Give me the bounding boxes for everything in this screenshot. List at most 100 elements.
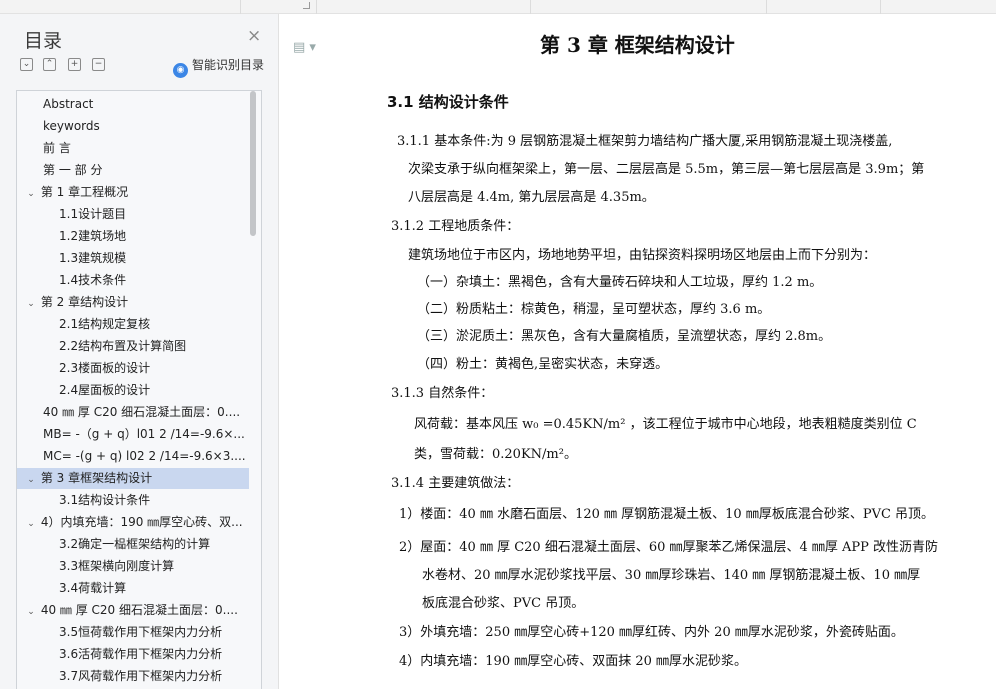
toc-item[interactable]: 3.1结构设计条件 (17, 490, 249, 511)
chevron-down-icon[interactable]: ⌄ (25, 294, 37, 313)
toc-list: Abstract keywords 前 言第 一 部 分 ⌄ 第 1 章工程概况 1.1… (16, 90, 262, 689)
close-icon[interactable]: × (247, 28, 261, 45)
toc-item[interactable]: 1.1设计题目 (17, 204, 249, 225)
top-toolbar-strip (0, 0, 996, 14)
toc-item-label: 第 2 章结构设计 (40, 295, 129, 309)
document-line: 1）楼面：40 ㎜ 水磨石面层、120 ㎜ 厚钢筋混凝土板、10 ㎜厚板底混合砂… (399, 507, 935, 522)
chevron-down-icon[interactable]: ⌄ (25, 470, 37, 489)
toc-item-label: 3.7风荷载作用下框架内力分析 (59, 669, 223, 683)
toc-item[interactable]: 3.6活荷载作用下框架内力分析 (17, 644, 249, 665)
toolbar-divider (880, 0, 881, 14)
document-line: 风荷载：基本风压 w₀ =0.45KN/m² ，该工程位于城市中心地段，地表粗糙… (414, 417, 917, 432)
toc-item[interactable]: ⌄ 40 ㎜ 厚 C20 细石混凝土面层：0.... (17, 600, 249, 621)
toc-item[interactable]: 3.3框架横向刚度计算 (17, 556, 249, 577)
toc-item-label: 3.1结构设计条件 (59, 493, 151, 507)
toc-item[interactable]: 2.4屋面板的设计 (17, 380, 249, 401)
page-options-icon[interactable]: ▤ ▾ (293, 40, 316, 55)
toc-item[interactable]: MC= -(g + q) l02 2 /14=-9.6×3.... (17, 446, 249, 467)
toc-sidebar: 目录 × ⌄ ⌃ + − ◉ 智能识别目录 Abstract keywords 前 言… (0, 14, 279, 689)
toc-item[interactable]: Abstract (17, 94, 249, 115)
document-line: 3.1.2 工程地质条件： (391, 219, 520, 234)
toc-item[interactable]: 40 ㎜ 厚 C20 细石混凝土面层：0.... (17, 402, 249, 423)
toolbar-divider (766, 0, 767, 14)
toc-item-label: keywords (43, 119, 100, 133)
collapse-all-icon[interactable]: ⌄ (20, 58, 33, 71)
toc-item-label: 前 言 (43, 141, 71, 155)
toc-item[interactable]: 2.3楼面板的设计 (17, 358, 249, 379)
chevron-down-icon[interactable]: ⌄ (25, 184, 37, 203)
toc-scrollbar[interactable] (250, 91, 256, 236)
document-line: 3.1.1 基本条件:为 9 层钢筋混凝土框架剪力墙结构广播大厦,采用钢筋混凝土… (397, 134, 893, 149)
toc-item[interactable]: 3.2确定一榀框架结构的计算 (17, 534, 249, 555)
toc-item[interactable]: 2.1结构规定复核 (17, 314, 249, 335)
document-line: （三）淤泥质土：黑灰色，含有大量腐植质，呈流塑状态，厚约 2.8m。 (417, 329, 832, 344)
toc-item-label: 1.3建筑规模 (59, 251, 127, 265)
toc-item-label: 3.3框架横向刚度计算 (59, 559, 175, 573)
toc-item[interactable]: ⌄ 第 1 章工程概况 (17, 182, 249, 203)
toc-item-label: MC= -(g + q) l02 2 /14=-9.6×3.... (43, 449, 246, 463)
toc-item-label: 1.4技术条件 (59, 273, 127, 287)
toc-item[interactable]: ⌄ 第 3 章框架结构设计 (17, 468, 249, 489)
document-line: （二）粉质粘土：棕黄色，稍湿，呈可塑状态，厚约 3.6 m。 (417, 302, 771, 317)
document-page: ▤ ▾ 第 3 章 框架结构设计 3.1 结构设计条件 3.1.1 基本条件:为… (280, 14, 996, 689)
resize-corner-icon (303, 2, 310, 9)
toc-item[interactable]: 1.2建筑场地 (17, 226, 249, 247)
document-line: 八层层高是 4.4m, 第九层层高是 4.35m。 (408, 190, 655, 205)
toc-item-label: 1.2建筑场地 (59, 229, 127, 243)
toc-item[interactable]: ⌄ 第 2 章结构设计 (17, 292, 249, 313)
remove-heading-icon[interactable]: − (92, 58, 105, 71)
toc-item-label: 1.1设计题目 (59, 207, 127, 221)
toc-item-label: 40 ㎜ 厚 C20 细石混凝土面层：0.... (43, 405, 241, 419)
toc-item-label: 2.1结构规定复核 (59, 317, 151, 331)
toc-item-label: 2.2结构布置及计算简图 (59, 339, 187, 353)
document-line: 建筑场地位于市区内，场地地势平坦，由钻探资料探明场区地层由上而下分别为： (408, 248, 877, 263)
toolbar-divider (240, 0, 241, 14)
toc-item-label: MB= -（g + q）l01 2 /14=-9.6×... (43, 427, 245, 441)
toc-item[interactable]: 1.4技术条件 (17, 270, 249, 291)
toc-item[interactable]: 1.3建筑规模 (17, 248, 249, 269)
chapter-title: 第 3 章 框架结构设计 (540, 33, 735, 57)
section-title: 3.1 结构设计条件 (387, 93, 509, 111)
document-line: 类，雪荷载：0.20KN/m²。 (414, 447, 577, 462)
toc-item[interactable]: 2.2结构布置及计算简图 (17, 336, 249, 357)
toc-item-label: 3.4荷载计算 (59, 581, 127, 595)
document-line: （四）粉土：黄褐色,呈密实状态，未穿透。 (417, 357, 669, 372)
chevron-down-icon[interactable]: ⌄ (25, 602, 37, 621)
toc-item-label: 2.4屋面板的设计 (59, 383, 151, 397)
toc-item[interactable]: 3.5恒荷载作用下框架内力分析 (17, 622, 249, 643)
toc-item[interactable]: 3.7风荷载作用下框架内力分析 (17, 666, 249, 687)
toc-item-label: Abstract (43, 97, 94, 111)
toc-item-label: 第 1 章工程概况 (40, 185, 129, 199)
toolbar-divider (316, 0, 317, 14)
ai-cloud-icon: ◉ (173, 63, 188, 78)
document-line: 3）外填充墙：250 ㎜厚空心砖+120 ㎜厚红砖、内外 20 ㎜厚水泥砂浆，外… (399, 625, 904, 640)
document-line: 3.1.3 自然条件： (391, 386, 494, 401)
toc-item[interactable]: 3.4荷载计算 (17, 578, 249, 599)
add-heading-icon[interactable]: + (68, 58, 81, 71)
toc-item-label: 3.5恒荷载作用下框架内力分析 (59, 625, 223, 639)
toc-item-label: 3.6活荷载作用下框架内力分析 (59, 647, 223, 661)
toc-item-label: 3.2确定一榀框架结构的计算 (59, 537, 211, 551)
toc-item[interactable]: ⌄ 4）内填充墙：190 ㎜厚空心砖、双... (17, 512, 249, 533)
toc-item[interactable]: 前 言 (17, 138, 249, 159)
toolbar-divider (530, 0, 531, 14)
smart-toc-label: 智能识别目录 (192, 58, 265, 72)
toc-item-label: 4）内填充墙：190 ㎜厚空心砖、双... (40, 515, 243, 529)
chevron-down-icon[interactable]: ⌄ (25, 514, 37, 533)
toc-item[interactable]: MB= -（g + q）l01 2 /14=-9.6×... (17, 424, 249, 445)
document-line: 4）内填充墙：190 ㎜厚空心砖、双面抹 20 ㎜厚水泥砂浆。 (399, 654, 748, 669)
document-line: 次梁支承于纵向框架梁上，第一层、二层层高是 5.5m，第三层—第七层层高是 3.… (408, 162, 925, 177)
toc-item-label: 第 3 章框架结构设计 (40, 471, 153, 485)
smart-toc-button[interactable]: ◉ 智能识别目录 (173, 56, 264, 78)
document-line: 水卷材、20 ㎜厚水泥砂浆找平层、30 ㎜厚珍珠岩、140 ㎜ 厚钢筋混凝土板、… (422, 568, 921, 583)
toc-item-label: 40 ㎜ 厚 C20 细石混凝土面层：0.... (40, 603, 238, 617)
toc-item[interactable]: 第 一 部 分 (17, 160, 249, 181)
toc-item-label: 第 一 部 分 (43, 163, 103, 177)
toc-item-label: 2.3楼面板的设计 (59, 361, 151, 375)
sidebar-title: 目录 (24, 30, 63, 52)
document-line: 3.1.4 主要建筑做法： (391, 476, 520, 491)
toc-item[interactable]: keywords (17, 116, 249, 137)
expand-up-icon[interactable]: ⌃ (43, 58, 56, 71)
document-line: 板底混合砂浆、PVC 吊顶。 (422, 596, 585, 611)
document-line: 2）屋面：40 ㎜ 厚 C20 细石混凝土面层、60 ㎜厚聚苯乙烯保温层、4 ㎜… (399, 540, 939, 555)
